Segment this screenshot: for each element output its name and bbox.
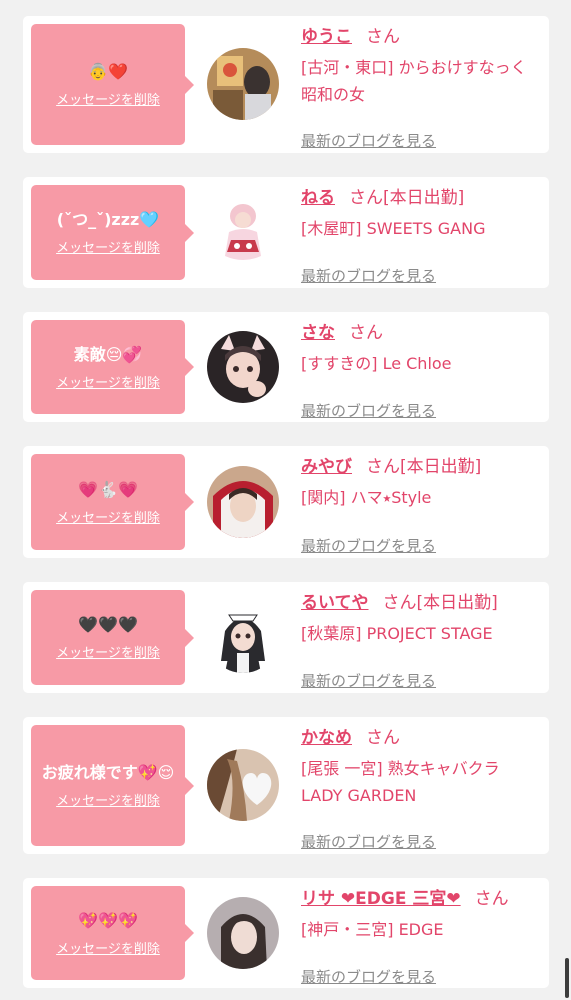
maid-photo-icon bbox=[207, 601, 279, 673]
message-card: 💖💖💖 メッセージを削除 リサ ❤EDGE 三宮❤ さん [神戸・三宮] EDGE… bbox=[23, 878, 549, 988]
message-card: 👵❤️ メッセージを削除 ゆうこ さん [古河・東口] からおけすなっく 昭和の女… bbox=[23, 16, 549, 153]
avatar[interactable] bbox=[207, 196, 279, 268]
cat-ears-photo-icon bbox=[207, 331, 279, 403]
delete-message-link[interactable]: メッセージを削除 bbox=[56, 507, 160, 526]
message-text: (ˇつ_ˇ)zzz🩵 bbox=[56, 210, 160, 229]
user-name-link[interactable]: さな bbox=[301, 323, 335, 343]
message-card: 💗🐇💗 メッセージを削除 みやび さん[本日出勤] [関内] ハマ⭑Style 最… bbox=[23, 446, 549, 558]
shop-name: [関内] ハマ⭑Style bbox=[301, 488, 432, 507]
avatar[interactable] bbox=[207, 749, 279, 821]
message-bubble: 🖤🖤🖤 メッセージを削除 bbox=[31, 590, 194, 685]
status-tag: [本日出勤] bbox=[383, 188, 465, 208]
blog-link[interactable]: 最新のブログを見る bbox=[301, 831, 436, 852]
message-card: お疲れ様です💖😌 メッセージを削除 かなめ さん [尾張 一宮] 熟女キャバクラ … bbox=[23, 717, 549, 854]
honorific: さん bbox=[382, 593, 417, 613]
entry-info: るいてや さん[本日出勤] [秋葉原] PROJECT STAGE 最新のブログを… bbox=[301, 591, 541, 690]
user-name-link[interactable]: みやび bbox=[301, 457, 352, 477]
entry-info: リサ ❤EDGE 三宮❤ さん [神戸・三宮] EDGE 最新のブログを見る bbox=[301, 887, 541, 986]
message-text: 👵❤️ bbox=[88, 62, 128, 81]
delete-message-link[interactable]: メッセージを削除 bbox=[56, 642, 160, 661]
message-bubble: (ˇつ_ˇ)zzz🩵 メッセージを削除 bbox=[31, 185, 194, 280]
honorific: さん bbox=[349, 323, 383, 343]
shop-name: [神戸・三宮] EDGE bbox=[301, 920, 444, 939]
entry-info: さな さん [すすきの] Le Chloe 最新のブログを見る bbox=[301, 321, 541, 420]
delete-message-link[interactable]: メッセージを削除 bbox=[56, 372, 160, 391]
blog-link[interactable]: 最新のブログを見る bbox=[301, 400, 436, 421]
blog-link[interactable]: 最新のブログを見る bbox=[301, 966, 436, 987]
blog-link[interactable]: 最新のブログを見る bbox=[301, 265, 436, 286]
user-name-link[interactable]: リサ ❤EDGE 三宮❤ bbox=[301, 889, 461, 909]
message-text: 🖤🖤🖤 bbox=[78, 615, 138, 634]
message-text: 💗🐇💗 bbox=[78, 479, 138, 499]
entry-info: みやび さん[本日出勤] [関内] ハマ⭑Style 最新のブログを見る bbox=[301, 455, 541, 555]
message-card: 素敵😔💞 メッセージを削除 さな さん [すすきの] Le Chloe 最新のブロ… bbox=[23, 312, 549, 422]
honorific: さん bbox=[349, 188, 383, 208]
message-text: お疲れ様です💖😌 bbox=[41, 763, 175, 782]
avatar[interactable] bbox=[207, 331, 279, 403]
avatar[interactable] bbox=[207, 48, 279, 120]
message-bubble: 💗🐇💗 メッセージを削除 bbox=[31, 454, 194, 550]
entry-info: ゆうこ さん [古河・東口] からおけすなっく 昭和の女 最新のブログを見る bbox=[301, 25, 541, 150]
avatar[interactable] bbox=[207, 897, 279, 969]
user-name-link[interactable]: ゆうこ bbox=[301, 27, 352, 47]
entry-info: かなめ さん [尾張 一宮] 熟女キャバクラ LADY GARDEN 最新のブログ… bbox=[301, 726, 541, 851]
portrait-photo-icon bbox=[207, 897, 279, 969]
user-name-link[interactable]: かなめ bbox=[301, 728, 352, 748]
message-bubble: 💖💖💖 メッセージを削除 bbox=[31, 886, 194, 980]
shop-name: [秋葉原] PROJECT STAGE bbox=[301, 624, 493, 643]
delete-message-link[interactable]: メッセージを削除 bbox=[56, 790, 160, 809]
honorific: さん bbox=[474, 889, 509, 909]
message-bubble: 👵❤️ メッセージを削除 bbox=[31, 24, 194, 145]
avatar[interactable] bbox=[207, 601, 279, 673]
heart-covered-photo-icon bbox=[207, 749, 279, 821]
entry-info: ねる さん[本日出勤] [木屋町] SWEETS GANG 最新のブログを見る bbox=[301, 186, 541, 285]
message-text: 💖💖💖 bbox=[78, 910, 138, 930]
honorific: さん bbox=[366, 728, 400, 748]
status-tag: [本日出勤] bbox=[400, 457, 482, 477]
honorific: さん bbox=[366, 27, 400, 47]
shop-name: [古河・東口] からおけすなっく 昭和の女 bbox=[301, 58, 527, 104]
blog-link[interactable]: 最新のブログを見る bbox=[301, 670, 436, 691]
delete-message-link[interactable]: メッセージを削除 bbox=[56, 938, 160, 957]
message-bubble: お疲れ様です💖😌 メッセージを削除 bbox=[31, 725, 194, 846]
delete-message-link[interactable]: メッセージを削除 bbox=[56, 237, 160, 256]
shop-name: [尾張 一宮] 熟女キャバクラ LADY GARDEN bbox=[301, 759, 500, 805]
blog-link[interactable]: 最新のブログを見る bbox=[301, 130, 436, 151]
hood-photo-icon bbox=[207, 466, 279, 538]
delete-message-link[interactable]: メッセージを削除 bbox=[56, 89, 160, 108]
message-card: (ˇつ_ˇ)zzz🩵 メッセージを削除 ねる さん[本日出勤] [木屋町] SWE… bbox=[23, 177, 549, 288]
avatar[interactable] bbox=[207, 466, 279, 538]
message-card: 🖤🖤🖤 メッセージを削除 るいてや さん[本日出勤] [秋葉原] PROJECT … bbox=[23, 582, 549, 693]
shop-name: [すすきの] Le Chloe bbox=[301, 354, 452, 373]
costume-photo-icon bbox=[207, 196, 279, 268]
message-text: 素敵😔💞 bbox=[73, 344, 143, 364]
scrollbar[interactable] bbox=[565, 958, 569, 998]
shop-name: [木屋町] SWEETS GANG bbox=[301, 219, 486, 238]
blog-link[interactable]: 最新のブログを見る bbox=[301, 535, 436, 556]
user-name-link[interactable]: ねる bbox=[301, 188, 335, 208]
status-tag: [本日出勤] bbox=[416, 593, 498, 613]
user-name-link[interactable]: るいてや bbox=[301, 593, 369, 613]
honorific: さん bbox=[366, 457, 400, 477]
woman-photo-icon bbox=[207, 48, 279, 120]
message-bubble: 素敵😔💞 メッセージを削除 bbox=[31, 320, 194, 414]
